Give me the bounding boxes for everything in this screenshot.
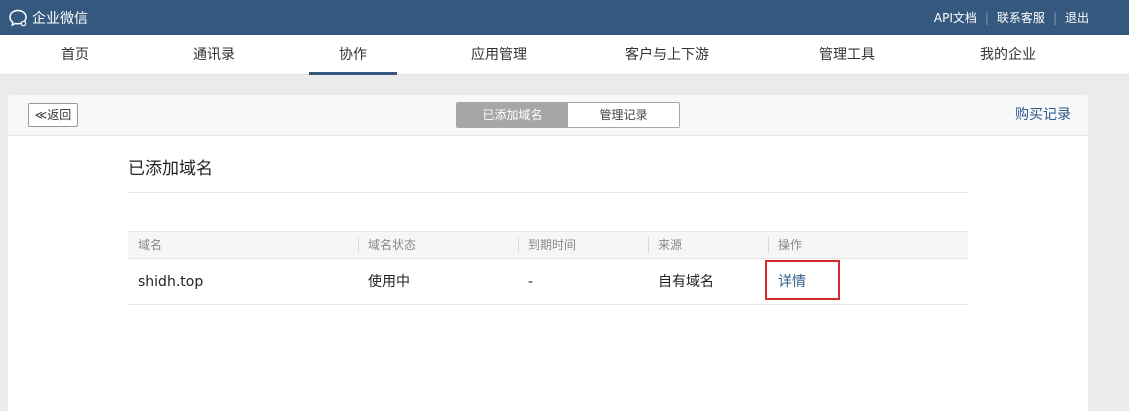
- nav-app-management[interactable]: 应用管理: [459, 35, 539, 75]
- panel-header: ≪返回 已添加域名 管理记录 购买记录: [8, 95, 1088, 136]
- nav-customers[interactable]: 客户与上下游: [612, 35, 722, 75]
- segment-control: 已添加域名 管理记录: [456, 102, 680, 128]
- top-links: API文档 | 联系客服 | 退出: [934, 0, 1089, 35]
- divider: [128, 192, 968, 193]
- highlight-box: [765, 260, 840, 300]
- col-source: 来源: [648, 237, 682, 253]
- api-docs-link[interactable]: API文档: [934, 9, 977, 26]
- table-row: shidh.top 使用中 - 自有域名 详情: [128, 259, 968, 305]
- app-name: 企业微信: [32, 10, 88, 27]
- nav-contacts[interactable]: 通讯录: [179, 35, 249, 75]
- chat-bubble-icon: [9, 9, 27, 26]
- cell-source: 自有域名: [658, 274, 714, 290]
- col-status: 域名状态: [358, 237, 416, 253]
- nav-home[interactable]: 首页: [45, 35, 105, 75]
- page-title: 已添加域名: [128, 159, 213, 179]
- nav-collaboration[interactable]: 协作: [309, 35, 397, 75]
- logout-link[interactable]: 退出: [1065, 9, 1089, 26]
- nav-my-company[interactable]: 我的企业: [968, 35, 1048, 75]
- col-expiry: 到期时间: [518, 237, 576, 253]
- contact-support-link[interactable]: 联系客服: [997, 9, 1045, 26]
- back-button[interactable]: ≪返回: [28, 103, 78, 127]
- top-bar: 企业微信 API文档 | 联系客服 | 退出: [0, 0, 1129, 35]
- cell-domain: shidh.top: [138, 274, 204, 290]
- content-panel: ≪返回 已添加域名 管理记录 购买记录 已添加域名 域名 域名状态 到期时间 来…: [8, 95, 1088, 411]
- tab-management-records[interactable]: 管理记录: [568, 103, 679, 127]
- link-separator: |: [1052, 10, 1057, 25]
- domain-table: 域名 域名状态 到期时间 来源 操作 shidh.top 使用中 - 自有域名 …: [128, 231, 968, 305]
- col-action: 操作: [768, 237, 802, 253]
- link-separator: |: [984, 10, 989, 25]
- purchase-records-link[interactable]: 购买记录: [1015, 95, 1071, 136]
- cell-expiry: -: [528, 274, 534, 290]
- col-domain: 域名: [138, 238, 163, 252]
- nav-admin-tools[interactable]: 管理工具: [807, 35, 887, 75]
- main-nav: 首页 通讯录 协作 应用管理 客户与上下游 管理工具 我的企业: [0, 35, 1129, 75]
- cell-status: 使用中: [368, 274, 410, 290]
- app-logo[interactable]: 企业微信: [8, 0, 88, 35]
- tab-added-domains[interactable]: 已添加域名: [457, 103, 568, 127]
- table-header: 域名 域名状态 到期时间 来源 操作: [128, 231, 968, 259]
